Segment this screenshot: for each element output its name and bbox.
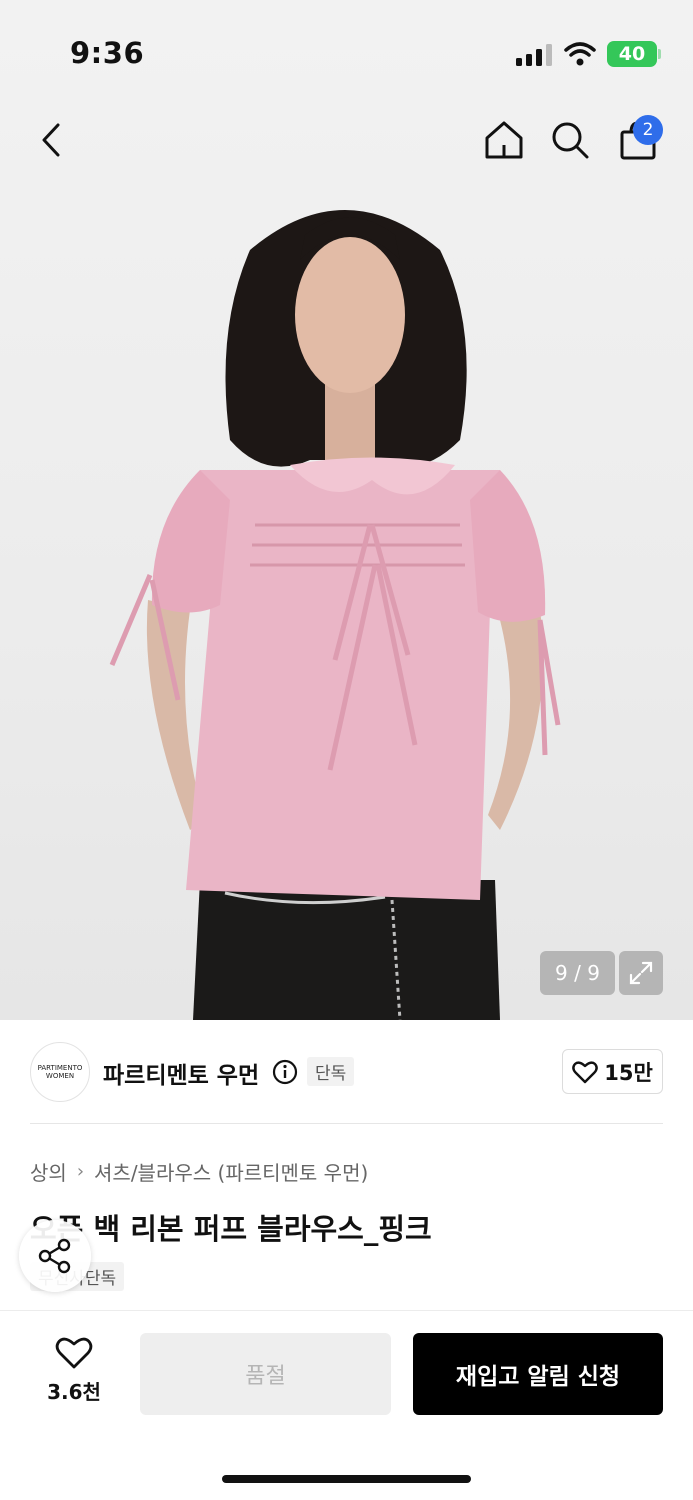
brand-like-button[interactable]: 15만 bbox=[562, 1049, 663, 1094]
breadcrumb: 상의 › 셔츠/블라우스 (파르티멘토 우먼) bbox=[30, 1157, 368, 1186]
status-bar: 9:36 40 bbox=[0, 0, 693, 100]
brand-logo-line1: PARTIMENTO bbox=[37, 1064, 83, 1072]
product-title: 오픈 백 리본 퍼프 블라우스_핑크 bbox=[30, 1212, 432, 1246]
heart-icon bbox=[55, 1337, 93, 1369]
home-icon bbox=[485, 121, 523, 159]
heart-icon bbox=[572, 1060, 599, 1083]
share-icon bbox=[38, 1238, 71, 1274]
soldout-button: 품절 bbox=[140, 1333, 391, 1415]
cart-count-badge: 2 bbox=[633, 115, 663, 145]
home-indicator bbox=[222, 1475, 471, 1483]
divider bbox=[30, 1123, 663, 1124]
wishlist-button[interactable]: 3.6천 bbox=[38, 1336, 110, 1412]
chevron-left-icon bbox=[42, 123, 60, 157]
brand-logo[interactable]: PARTIMENTO WOMEN bbox=[30, 1042, 90, 1102]
wifi-icon bbox=[564, 42, 596, 66]
search-icon bbox=[552, 122, 589, 159]
chevron-right-icon: › bbox=[76, 1161, 85, 1182]
search-button[interactable] bbox=[544, 114, 596, 166]
home-button[interactable] bbox=[478, 114, 530, 166]
expand-button[interactable] bbox=[619, 951, 663, 995]
exclusive-badge: 단독 bbox=[307, 1057, 355, 1086]
status-time: 9:36 bbox=[70, 36, 145, 70]
wishlist-count: 3.6천 bbox=[47, 1380, 101, 1404]
breadcrumb-category[interactable]: 상의 bbox=[30, 1157, 67, 1186]
cellular-signal-icon bbox=[516, 44, 552, 66]
battery-level: 40 bbox=[618, 43, 646, 65]
battery-indicator: 40 bbox=[607, 41, 657, 67]
breadcrumb-subcategory[interactable]: 셔츠/블라우스 (파르티멘토 우먼) bbox=[94, 1157, 368, 1186]
brand-like-count: 15만 bbox=[604, 1060, 653, 1085]
info-icon[interactable] bbox=[272, 1059, 298, 1085]
restock-alert-button[interactable]: 재입고 알림 신청 bbox=[413, 1333, 663, 1415]
share-button[interactable] bbox=[19, 1220, 91, 1292]
expand-icon bbox=[629, 961, 653, 985]
image-counter: 9 / 9 bbox=[540, 951, 615, 995]
battery-nub bbox=[658, 49, 661, 59]
brand-logo-line2: WOMEN bbox=[45, 1072, 75, 1080]
back-button[interactable] bbox=[26, 114, 78, 166]
brand-name[interactable]: 파르티멘토 우먼 bbox=[103, 1056, 259, 1090]
